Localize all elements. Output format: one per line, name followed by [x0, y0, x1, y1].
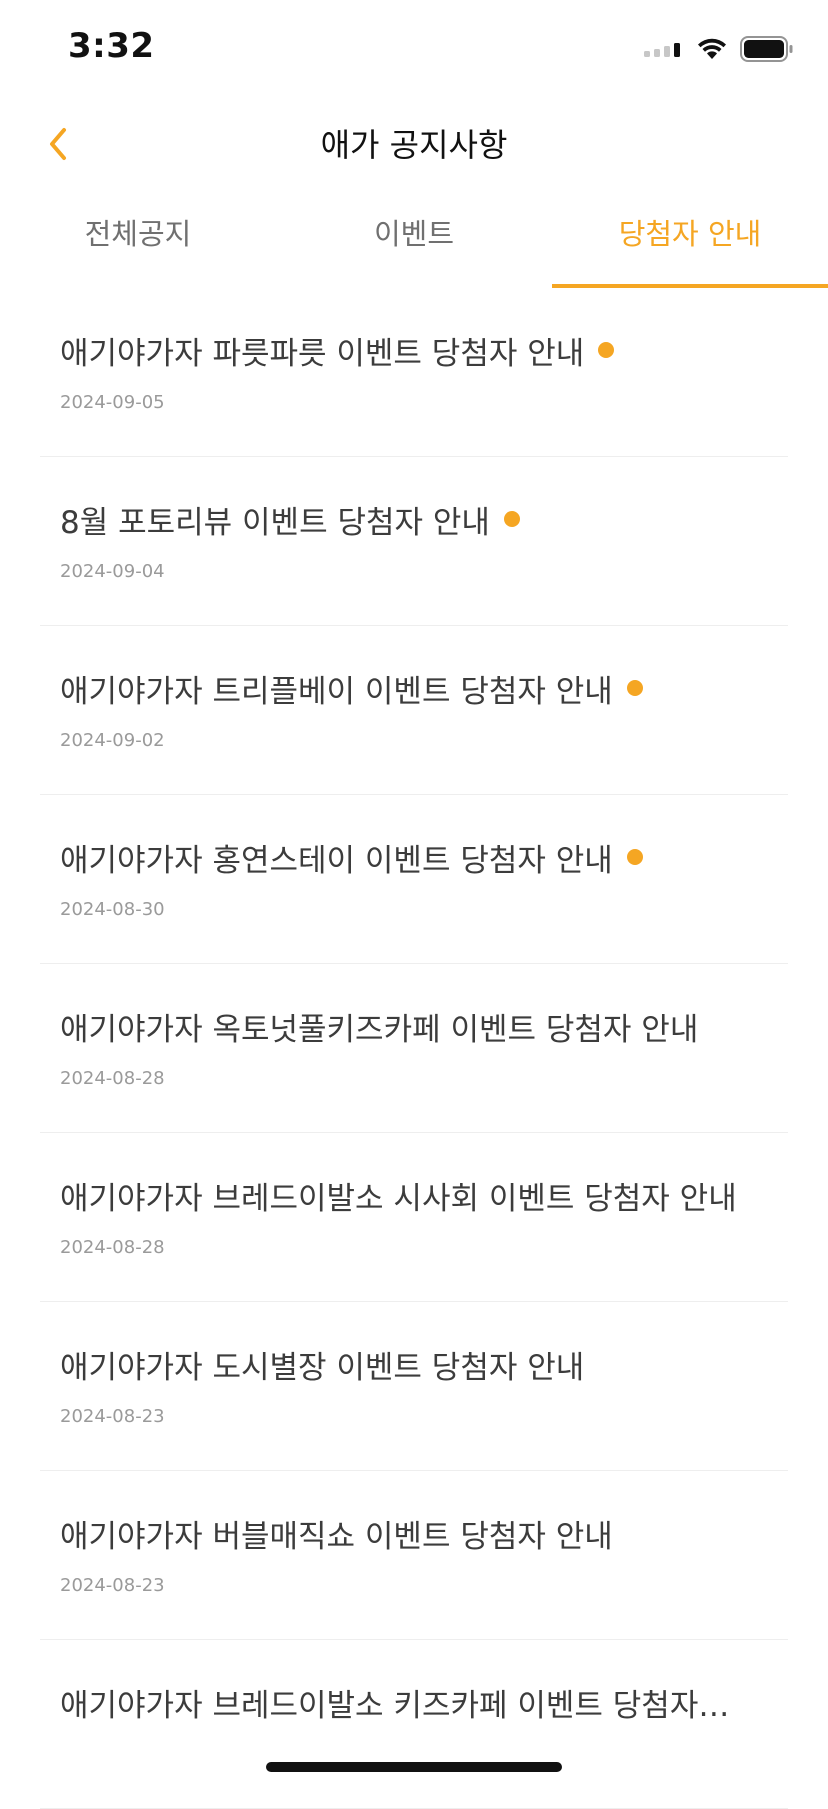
notice-title-row: 8월 포토리뷰 이벤트 당첨자 안내: [60, 499, 788, 541]
page-title: 애가 공지사항: [320, 126, 508, 164]
notice-date: 2024-08-23: [60, 1406, 165, 1427]
notice-title: 애기야가자 옥토넛풀키즈카페 이벤트 당첨자 안내: [60, 1011, 699, 1048]
notice-item[interactable]: 애기야가자 도시별장 이벤트 당첨자 안내 2024-08-23: [40, 1302, 788, 1471]
notice-item[interactable]: 애기야가자 브레드이발소 키즈카페 이벤트 당첨자…: [40, 1640, 788, 1809]
status-bar: 3:32: [0, 0, 828, 100]
notice-title-row: 애기야가자 브레드이발소 키즈카페 이벤트 당첨자…: [60, 1682, 788, 1724]
header: 애가 공지사항: [0, 100, 828, 190]
notice-item[interactable]: 애기야가자 홍연스테이 이벤트 당첨자 안내 2024-08-30: [40, 795, 788, 964]
notice-date: 2024-08-30: [60, 899, 165, 920]
notice-item[interactable]: 애기야가자 버블매직쇼 이벤트 당첨자 안내 2024-08-23: [40, 1471, 788, 1640]
notice-title: 애기야가자 브레드이발소 키즈카페 이벤트 당첨자…: [60, 1687, 730, 1724]
notice-item[interactable]: 애기야가자 옥토넛풀키즈카페 이벤트 당첨자 안내 2024-08-28: [40, 964, 788, 1133]
notice-date: 2024-08-28: [60, 1068, 165, 1089]
wifi-icon: [698, 38, 726, 59]
new-indicator-dot: [598, 342, 615, 358]
notice-title: 애기야가자 트리플베이 이벤트 당첨자 안내: [60, 673, 613, 710]
notice-item[interactable]: 8월 포토리뷰 이벤트 당첨자 안내 2024-09-04: [40, 457, 788, 626]
home-indicator: [266, 1762, 562, 1772]
notice-date: 2024-09-05: [60, 392, 165, 413]
notice-title-row: 애기야가자 버블매직쇼 이벤트 당첨자 안내: [60, 1513, 788, 1555]
tab-events[interactable]: 이벤트: [276, 200, 552, 288]
notice-title-row: 애기야가자 브레드이발소 시사회 이벤트 당첨자 안내: [60, 1175, 788, 1217]
tab-bar: 전체공지 이벤트 당첨자 안내: [0, 200, 828, 288]
notice-title: 애기야가자 브레드이발소 시사회 이벤트 당첨자 안내: [60, 1180, 737, 1217]
notice-title-row: 애기야가자 파릇파릇 이벤트 당첨자 안내: [60, 330, 788, 372]
status-time: 3:32: [68, 26, 155, 66]
notice-title: 애기야가자 파릇파릇 이벤트 당첨자 안내: [60, 335, 585, 372]
notice-item[interactable]: 애기야가자 파릇파릇 이벤트 당첨자 안내 2024-09-05: [40, 288, 788, 457]
tab-all-notices[interactable]: 전체공지: [0, 200, 276, 288]
new-indicator-dot: [626, 849, 643, 865]
notice-item[interactable]: 애기야가자 브레드이발소 시사회 이벤트 당첨자 안내 2024-08-28: [40, 1133, 788, 1302]
notice-list: 애기야가자 파릇파릇 이벤트 당첨자 안내 2024-09-05 8월 포토리뷰…: [40, 288, 788, 1809]
new-indicator-dot: [626, 680, 643, 696]
notice-date: 2024-09-02: [60, 730, 165, 751]
notice-title: 애기야가자 버블매직쇼 이벤트 당첨자 안내: [60, 1518, 613, 1555]
notice-title: 애기야가자 도시별장 이벤트 당첨자 안내: [60, 1349, 585, 1386]
notice-title: 8월 포토리뷰 이벤트 당첨자 안내: [60, 504, 490, 541]
notice-item[interactable]: 애기야가자 트리플베이 이벤트 당첨자 안내 2024-09-02: [40, 626, 788, 795]
notice-date: 2024-08-23: [60, 1575, 165, 1596]
notice-title: 애기야가자 홍연스테이 이벤트 당첨자 안내: [60, 842, 613, 879]
notice-title-row: 애기야가자 트리플베이 이벤트 당첨자 안내: [60, 668, 788, 710]
new-indicator-dot: [503, 511, 520, 527]
status-icons: [644, 36, 794, 62]
notice-date: 2024-09-04: [60, 561, 165, 582]
notice-title-row: 애기야가자 홍연스테이 이벤트 당첨자 안내: [60, 837, 788, 879]
signal-icon: [644, 43, 680, 57]
notice-date: 2024-08-28: [60, 1237, 165, 1258]
notice-title-row: 애기야가자 옥토넛풀키즈카페 이벤트 당첨자 안내: [60, 1006, 788, 1048]
battery-icon: [740, 36, 793, 62]
notice-title-row: 애기야가자 도시별장 이벤트 당첨자 안내: [60, 1344, 788, 1386]
tab-winner-announcements[interactable]: 당첨자 안내: [552, 200, 828, 288]
